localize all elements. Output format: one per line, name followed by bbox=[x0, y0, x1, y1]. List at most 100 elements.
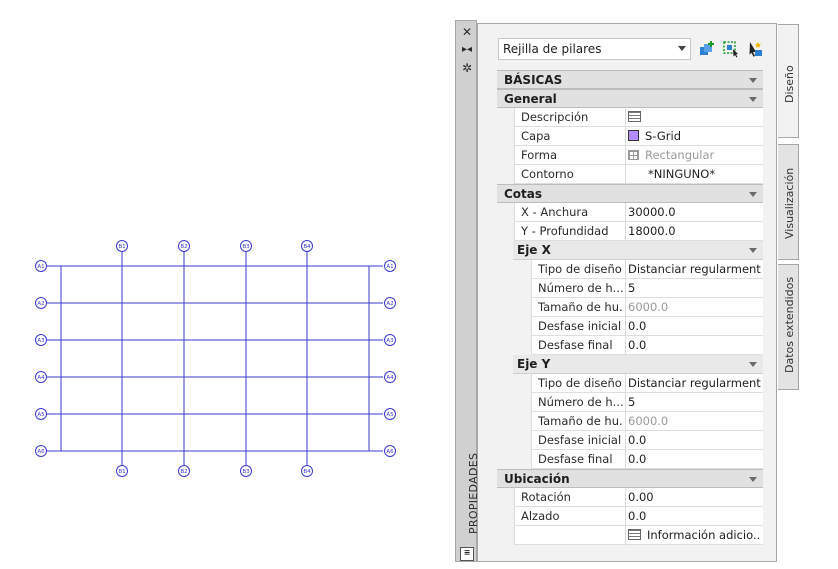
grid-bubble-bottom: B3 bbox=[240, 465, 252, 477]
row-gutter bbox=[497, 507, 515, 526]
palette-titlebar[interactable]: ✕ ▸◂ ✲ PROPIEDADES ≡ bbox=[455, 20, 480, 562]
property-value[interactable]: 0.0 bbox=[628, 452, 761, 466]
chevron-down-icon[interactable] bbox=[749, 362, 757, 367]
description-icon[interactable] bbox=[628, 111, 641, 122]
row-gutter bbox=[497, 203, 515, 222]
row-gutter bbox=[497, 488, 515, 507]
property-row-y-profundidad[interactable]: Y - Profundidad 18000.0 bbox=[497, 222, 763, 241]
property-row-forma[interactable]: Forma Rectangular bbox=[497, 146, 763, 165]
grid-bubble-top: B4 bbox=[301, 240, 313, 252]
info-icon[interactable] bbox=[628, 529, 641, 540]
property-row-tamano-de-hu[interactable]: Tamaño de hu... 6000.0 bbox=[497, 412, 763, 431]
property-name: Rotación bbox=[521, 490, 571, 504]
section-general[interactable]: General bbox=[497, 89, 763, 108]
property-value[interactable]: 0.0 bbox=[628, 338, 761, 352]
property-value-text: 0.0 bbox=[628, 319, 647, 333]
grid-bubble-left: A3 bbox=[35, 334, 47, 346]
chevron-down-icon[interactable] bbox=[749, 248, 757, 253]
column-divider bbox=[625, 507, 626, 526]
property-value[interactable]: 0.00 bbox=[628, 490, 761, 504]
property-value[interactable] bbox=[628, 110, 761, 124]
property-row-descripcion[interactable]: Descripción bbox=[497, 108, 763, 127]
property-value[interactable]: Información adicio... bbox=[628, 528, 761, 542]
row-gutter bbox=[497, 108, 515, 127]
property-row-desfase-inicial[interactable]: Desfase inicial 0.0 bbox=[497, 431, 763, 450]
row-gutter bbox=[497, 146, 515, 165]
drawing-canvas[interactable]: A1 A2 A3 A4 A5 A6 A1 A2 A3 A4 A5 A6 B1 B2 B3 B4 B1 B2 B3 B4 bbox=[0, 0, 440, 569]
grid-bubble-left: A2 bbox=[35, 297, 47, 309]
tab-diseno[interactable]: Diseño bbox=[778, 24, 799, 138]
property-value[interactable]: 6000.0 bbox=[628, 414, 761, 428]
property-value[interactable]: 5 bbox=[628, 395, 761, 409]
property-value[interactable]: S-Grid bbox=[628, 129, 761, 143]
row-gutter bbox=[497, 336, 532, 355]
property-row-tipo-de-diseno[interactable]: Tipo de diseño Distanciar regularmente bbox=[497, 374, 763, 393]
tab-datos-extendidos[interactable]: Datos extendidos bbox=[778, 264, 799, 390]
grid-bubble-label: A6 bbox=[37, 449, 45, 455]
subsection-eje-x[interactable]: Eje X bbox=[513, 241, 763, 260]
style-dropdown[interactable]: Rejilla de pilares bbox=[498, 38, 691, 60]
grid-bubble-left: A4 bbox=[35, 371, 47, 383]
grid-bubble-left: A5 bbox=[35, 408, 47, 420]
grid-bubble-label: B1 bbox=[118, 469, 125, 475]
property-grid: BÁSICAS General Descripción Capa S-Grid Forma… bbox=[497, 70, 763, 545]
property-row-desfase-final[interactable]: Desfase final 0.0 bbox=[497, 336, 763, 355]
row-gutter bbox=[497, 222, 515, 241]
property-row-numero-de-h[interactable]: Número de h... 5 bbox=[497, 279, 763, 298]
property-name: Tipo de diseño bbox=[538, 376, 622, 390]
chevron-down-icon[interactable] bbox=[749, 97, 757, 102]
property-row-desfase-final[interactable]: Desfase final 0.0 bbox=[497, 450, 763, 469]
settings-icon[interactable]: ✲ bbox=[460, 61, 474, 75]
properties-palette: ✕ ▸◂ ✲ PROPIEDADES ≡ Rejilla de pilares … bbox=[455, 20, 799, 562]
palette-menu-icon[interactable]: ≡ bbox=[460, 547, 474, 561]
property-name: Y - Profundidad bbox=[521, 224, 609, 238]
property-value[interactable]: Distanciar regularmente bbox=[628, 262, 761, 276]
property-value[interactable]: 6000.0 bbox=[628, 300, 761, 314]
subsection-eje-y[interactable]: Eje Y bbox=[513, 355, 763, 374]
chevron-down-icon[interactable] bbox=[749, 192, 757, 197]
property-value[interactable]: 18000.0 bbox=[628, 224, 761, 238]
property-value[interactable]: 0.0 bbox=[628, 319, 761, 333]
property-row-alzado[interactable]: Alzado 0.0 bbox=[497, 507, 763, 526]
tab-visualizacion[interactable]: Visualización bbox=[778, 144, 799, 260]
property-value[interactable]: Rectangular bbox=[628, 148, 761, 162]
subsection-title: Eje Y bbox=[517, 357, 551, 371]
autohide-icon[interactable]: ▸◂ bbox=[460, 43, 474, 57]
property-value[interactable]: 0.0 bbox=[628, 433, 761, 447]
select-objects-icon[interactable] bbox=[722, 40, 740, 58]
section-basicas[interactable]: BÁSICAS bbox=[497, 70, 763, 89]
property-value-text: 0.0 bbox=[628, 509, 647, 523]
property-value[interactable]: 30000.0 bbox=[628, 205, 761, 219]
section-ubicacion[interactable]: Ubicación bbox=[497, 469, 763, 488]
column-divider bbox=[625, 374, 626, 393]
property-row-tamano-de-hu[interactable]: Tamaño de hu... 6000.0 bbox=[497, 298, 763, 317]
property-row-extra[interactable]: Información adicio... bbox=[497, 526, 763, 545]
quick-select-icon[interactable] bbox=[746, 40, 764, 58]
column-divider bbox=[625, 450, 626, 469]
grid-bubble-label: B4 bbox=[303, 244, 311, 250]
grid-bubble-label: B4 bbox=[303, 469, 311, 475]
section-cotas[interactable]: Cotas bbox=[497, 184, 763, 203]
property-row-contorno[interactable]: Contorno *NINGUNO* bbox=[497, 165, 763, 184]
chevron-down-icon[interactable] bbox=[749, 477, 757, 482]
grid-bubble-label: A2 bbox=[37, 301, 44, 307]
property-row-desfase-inicial[interactable]: Desfase inicial 0.0 bbox=[497, 317, 763, 336]
property-value[interactable]: 5 bbox=[628, 281, 761, 295]
add-style-icon[interactable] bbox=[698, 40, 716, 58]
property-value[interactable]: Distanciar regularmente bbox=[628, 376, 761, 390]
close-icon[interactable]: ✕ bbox=[460, 25, 474, 39]
grid-bubble-label: A1 bbox=[386, 264, 393, 270]
property-row-rotacion[interactable]: Rotación 0.00 bbox=[497, 488, 763, 507]
property-name: Tamaño de hu... bbox=[538, 300, 623, 314]
property-row-numero-de-h[interactable]: Número de h... 5 bbox=[497, 393, 763, 412]
property-value[interactable]: *NINGUNO* bbox=[628, 167, 781, 181]
section-title: BÁSICAS bbox=[504, 73, 563, 87]
property-row-tipo-de-diseno[interactable]: Tipo de diseño Distanciar regularmente bbox=[497, 260, 763, 279]
chevron-down-icon[interactable] bbox=[749, 78, 757, 83]
property-row-x-anchura[interactable]: X - Anchura 30000.0 bbox=[497, 203, 763, 222]
grid-bubble-label: A2 bbox=[386, 301, 393, 307]
property-row-capa[interactable]: Capa S-Grid bbox=[497, 127, 763, 146]
column-divider bbox=[625, 336, 626, 355]
property-value[interactable]: 0.0 bbox=[628, 509, 761, 523]
property-name: Desfase inicial bbox=[538, 433, 622, 447]
